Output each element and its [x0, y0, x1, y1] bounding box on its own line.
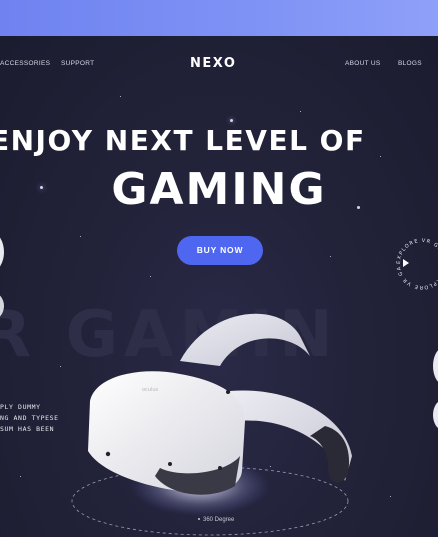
hero-description: PLY DUMMY NG AND TYPESE SUM HAS BEEN: [0, 402, 59, 435]
explore-vr-games-badge[interactable]: EXPLORE VR GAMES • EXPLORE VR GAMES •: [392, 234, 438, 294]
product-thumbnail-left[interactable]: [0, 232, 4, 272]
headset-brand-mark: oculus: [142, 387, 159, 393]
buy-now-button[interactable]: BUY NOW: [177, 236, 263, 265]
star-decoration: [230, 119, 233, 122]
browser-top-band: [0, 0, 438, 36]
camera-sensor: [218, 466, 222, 470]
dot-icon: [198, 518, 200, 521]
explore-badge-text: EXPLORE VR GAMES • EXPLORE VR GAMES •: [392, 234, 438, 290]
rotation-label: 360 Degree: [198, 517, 234, 523]
vr-headset-image: oculus: [71, 313, 352, 536]
description-line: PLY DUMMY: [0, 403, 41, 411]
hero-title: GAMING: [111, 164, 327, 215]
star-decoration: [150, 276, 151, 277]
description-line: NG AND TYPESE: [0, 414, 59, 422]
star-decoration: [20, 476, 21, 477]
headset-rear-pad: [310, 426, 350, 483]
product-thumbnail-right[interactable]: [433, 348, 438, 384]
rotation-label-text: 360 Degree: [203, 517, 235, 523]
star-decoration: [120, 96, 121, 97]
camera-sensor: [105, 451, 111, 457]
camera-sensor: [168, 462, 172, 466]
headset-top-strap: [180, 313, 310, 366]
star-decoration: [330, 256, 331, 257]
product-thumbnail-right[interactable]: [433, 400, 438, 430]
nav-link-accessories[interactable]: ACCESSORIES: [0, 60, 50, 67]
nav-link-about-us[interactable]: ABOUT US: [345, 60, 381, 67]
hero-section: ACCESSORIES SUPPORT NEXO ABOUT US BLOGS …: [0, 36, 438, 537]
star-decoration: [390, 496, 391, 497]
hero-headline: ENJOY NEXT LEVEL OF: [0, 124, 366, 157]
star-decoration: [300, 111, 301, 112]
camera-sensor: [226, 390, 230, 394]
play-icon: [403, 259, 409, 267]
nav-link-blogs[interactable]: BLOGS: [398, 60, 422, 67]
description-line: SUM HAS BEEN: [0, 425, 55, 433]
star-decoration: [80, 236, 81, 237]
nav-link-support[interactable]: SUPPORT: [61, 60, 94, 67]
brand-logo[interactable]: NEXO: [190, 56, 236, 71]
